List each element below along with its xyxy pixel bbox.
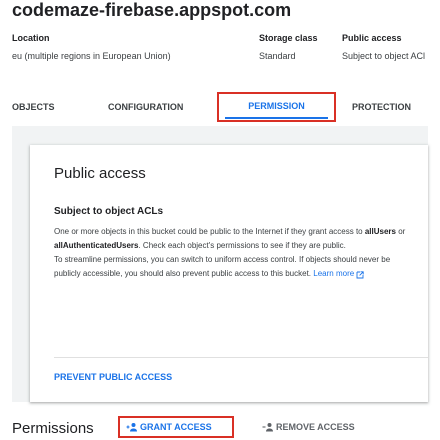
tab-configuration[interactable]: CONFIGURATION bbox=[108, 92, 183, 122]
grant-access-button[interactable]: GRANT ACCESS bbox=[118, 416, 234, 438]
location-header: Location bbox=[12, 33, 50, 43]
public-access-subtitle: Subject to object ACLs bbox=[54, 206, 164, 217]
remove-access-label: REMOVE ACCESS bbox=[276, 422, 355, 432]
all-users-text: allUsers bbox=[364, 227, 396, 236]
public-access-header: Public access bbox=[342, 33, 402, 43]
tab-protection[interactable]: PROTECTION bbox=[352, 92, 411, 122]
bucket-tabs: OBJECTS CONFIGURATION PERMISSION PROTECT… bbox=[0, 92, 440, 122]
all-authenticated-users-text: allAuthenticatedUsers bbox=[54, 241, 139, 250]
tab-permission[interactable]: PERMISSION bbox=[217, 92, 336, 122]
description-text: or bbox=[395, 227, 406, 236]
public-access-description: One or more objects in this bucket could… bbox=[54, 225, 416, 281]
tab-objects[interactable]: OBJECTS bbox=[12, 92, 55, 122]
bucket-title: codemaze-firebase.appspot.com bbox=[12, 0, 292, 20]
remove-access-button[interactable]: REMOVE ACCESS bbox=[262, 418, 355, 436]
storage-class-header: Storage class bbox=[259, 33, 318, 43]
public-access-card: Public access Subject to object ACLs One… bbox=[30, 145, 428, 402]
public-access-value: Subject to object ACl bbox=[342, 51, 426, 61]
public-access-title: Public access bbox=[54, 165, 146, 182]
person-remove-icon bbox=[262, 422, 274, 432]
person-add-icon bbox=[126, 422, 138, 432]
storage-class-value: Standard bbox=[259, 51, 296, 61]
location-value: eu (multiple regions in European Union) bbox=[12, 51, 171, 61]
grant-access-label: GRANT ACCESS bbox=[140, 422, 212, 432]
card-divider bbox=[54, 357, 428, 358]
learn-more-link[interactable]: Learn more bbox=[313, 269, 354, 278]
permissions-title: Permissions bbox=[12, 420, 94, 437]
description-text: . Check each object's permissions to see… bbox=[138, 241, 346, 250]
description-text: One or more objects in this bucket could… bbox=[54, 227, 365, 236]
prevent-public-access-button[interactable]: PREVENT PUBLIC ACCESS bbox=[54, 372, 172, 382]
open-in-new-icon[interactable] bbox=[356, 270, 365, 279]
